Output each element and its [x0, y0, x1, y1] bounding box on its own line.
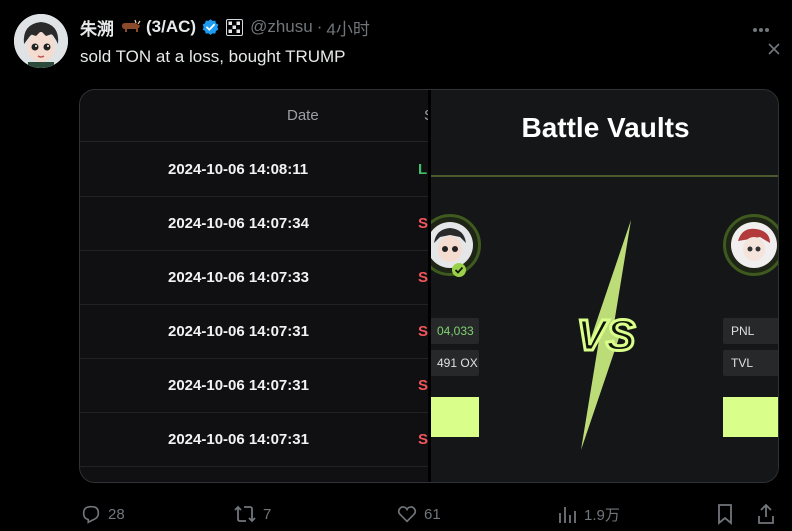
- affiliation-okx-icon[interactable]: [226, 18, 244, 36]
- left-tvl-value: 491 OX: [431, 350, 479, 376]
- trade-side: S: [418, 215, 429, 232]
- bookmark-icon: [718, 504, 732, 525]
- tweet-text: sold TON at a loss, bought TRUMP: [80, 47, 346, 66]
- display-name[interactable]: 朱溯: [80, 15, 114, 40]
- share-button[interactable]: [756, 500, 776, 528]
- trade-date: 2024-10-06 14:08:11: [168, 161, 309, 178]
- tweet-header: 朱溯 (3/AC) @zhusu · 4小时: [80, 15, 370, 39]
- trade-date: 2024-10-06 14:07:34: [168, 215, 309, 232]
- table-row: 2024-10-06 14:07:31 S: [80, 413, 430, 467]
- views-button[interactable]: 1.9万: [556, 500, 620, 528]
- repost-icon: [234, 505, 256, 523]
- right-bet-button[interactable]: [723, 397, 778, 437]
- verified-badge-icon[interactable]: [201, 18, 220, 37]
- right-tvl-label: TVL: [723, 350, 778, 376]
- views-count: 1.9万: [584, 506, 620, 524]
- repost-button[interactable]: 7: [233, 500, 271, 528]
- table-row: 2024-10-06 14:08:11 L: [80, 143, 430, 197]
- author-avatar[interactable]: [14, 14, 68, 68]
- player-verified-icon: [452, 263, 466, 277]
- heart-icon: [397, 506, 417, 523]
- reply-count: 28: [108, 505, 125, 523]
- like-button[interactable]: 61: [396, 500, 441, 528]
- battle-vaults-title: Battle Vaults: [521, 112, 690, 143]
- bookmark-button[interactable]: [715, 500, 735, 528]
- left-pnl-value: 04,033: [431, 318, 479, 344]
- right-pnl-label: PNL: [723, 318, 778, 344]
- date-column-header: Date: [287, 107, 319, 124]
- trade-date: 2024-10-06 14:07:31: [168, 377, 309, 394]
- post-time[interactable]: 4小时: [326, 15, 369, 40]
- table-row: 2024-10-06 14:07:31 S: [80, 359, 430, 413]
- tweet-action-bar: 28 7 61 1.9万: [0, 500, 792, 528]
- like-count: 61: [424, 505, 441, 523]
- author-handle[interactable]: @zhusu: [250, 17, 313, 37]
- avatar-image: [14, 14, 68, 68]
- repost-count: 7: [263, 505, 272, 523]
- trade-history-table: Date S 2024-10-06 14:08:11 L 2024-10-06 …: [80, 90, 434, 482]
- trade-date: 2024-10-06 14:07:33: [168, 269, 309, 286]
- trade-date: 2024-10-06 14:07:31: [168, 323, 309, 340]
- table-row: 2024-10-06 14:07:31 S: [80, 305, 430, 359]
- vs-text: VS: [577, 311, 636, 360]
- trade-side: L: [418, 161, 428, 178]
- share-icon: [758, 503, 774, 524]
- separator-dot: ·: [316, 17, 323, 36]
- table-header: Date: [80, 90, 430, 142]
- title-underline: [431, 175, 778, 177]
- name-suffix: (3/AC): [146, 17, 197, 36]
- reply-icon: [82, 505, 100, 524]
- tweet-media-image[interactable]: Date S 2024-10-06 14:08:11 L 2024-10-06 …: [79, 89, 779, 483]
- reply-button[interactable]: 28: [80, 500, 125, 528]
- close-icon[interactable]: [768, 42, 780, 60]
- table-row: 2024-10-06 14:07:33 S: [80, 251, 430, 305]
- vs-graphic: VS: [551, 220, 661, 455]
- trade-side: S: [418, 323, 429, 340]
- bull-emoji-icon: [119, 19, 141, 35]
- trade-date: 2024-10-06 14:07:31: [168, 431, 309, 448]
- more-options-icon[interactable]: [752, 20, 770, 38]
- analytics-icon: [559, 507, 576, 523]
- trade-side: S: [418, 431, 429, 448]
- table-row: 2024-10-06 14:07:34 S: [80, 197, 430, 251]
- battle-vaults-panel: Battle Vaults 04,033 491 OX VS PNL TVL: [431, 90, 778, 482]
- player-right-avatar: [723, 214, 778, 276]
- trade-side: S: [418, 377, 429, 394]
- left-bet-button[interactable]: [431, 397, 479, 437]
- trade-side: S: [418, 269, 429, 286]
